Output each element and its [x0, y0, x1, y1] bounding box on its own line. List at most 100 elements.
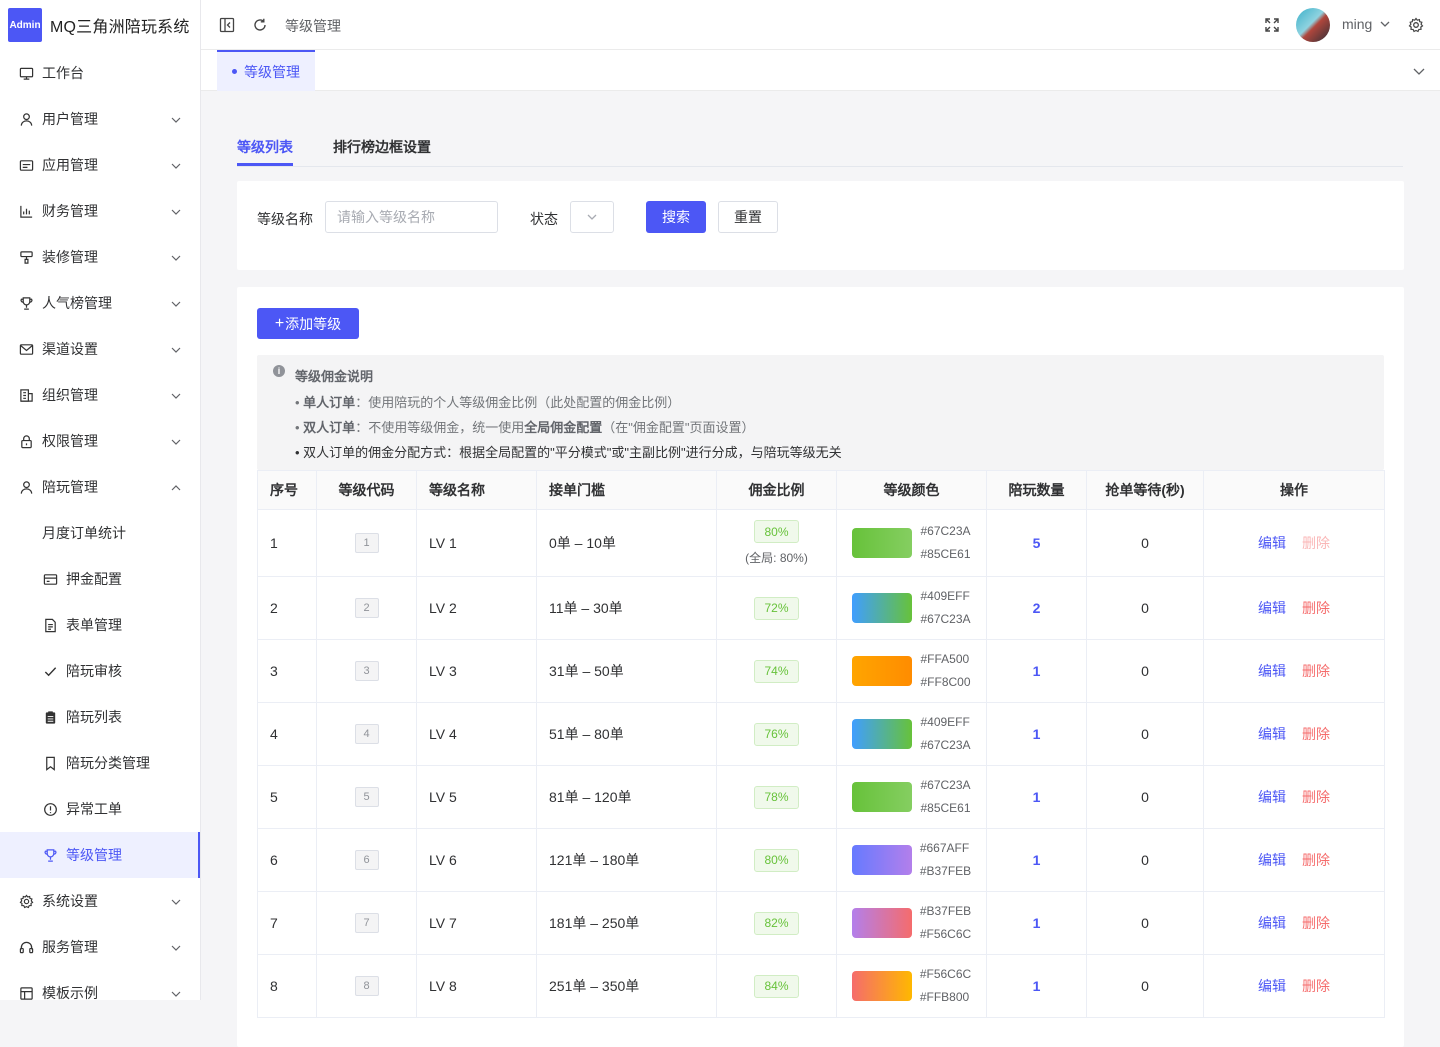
- companion-count-link[interactable]: 1: [1033, 978, 1041, 994]
- sidebar-item-2[interactable]: 应用管理: [0, 142, 200, 188]
- delete-button[interactable]: 删除: [1302, 535, 1330, 551]
- settings-gear-icon[interactable]: [1406, 15, 1426, 35]
- level-code-cell: 3: [316, 639, 417, 703]
- actions-cell: 编辑 删除: [1203, 765, 1385, 829]
- level-name-input[interactable]: 请输入等级名称: [325, 201, 498, 233]
- order-range: 51单 – 80单: [536, 702, 717, 766]
- sidebar-subitem-5[interactable]: 陪玩分类管理: [0, 740, 200, 786]
- level-code-cell: 2: [316, 576, 417, 640]
- tag-label: 等级管理: [244, 63, 300, 80]
- notice-line-3-text: 双人订单的佣金分配方式：根据全局配置的"平分模式"或"主副比例"进行分成，与陪玩…: [303, 445, 842, 460]
- companion-count-link[interactable]: 1: [1033, 789, 1041, 805]
- edit-button[interactable]: 编辑: [1258, 600, 1286, 616]
- sidebar-subitem-0[interactable]: 月度订单统计: [0, 510, 200, 556]
- level-name: LV 4: [416, 702, 537, 766]
- commission-tag: 78%: [754, 785, 799, 809]
- edit-button[interactable]: 编辑: [1258, 978, 1286, 994]
- sidebar-subitem-6[interactable]: 异常工单: [0, 786, 200, 832]
- sidebar-item-0[interactable]: 工作台: [0, 50, 200, 96]
- sidebar-item-6[interactable]: 渠道设置: [0, 326, 200, 372]
- companion-count-link[interactable]: 5: [1033, 535, 1041, 551]
- companion-count-cell: 2: [986, 576, 1087, 640]
- delete-button[interactable]: 删除: [1302, 915, 1330, 931]
- avatar[interactable]: [1296, 8, 1330, 42]
- refresh-icon[interactable]: [250, 15, 270, 35]
- column-header: 佣金比例: [716, 470, 837, 510]
- delete-button[interactable]: 删除: [1302, 789, 1330, 805]
- sidebar-item-1[interactable]: 用户管理: [0, 96, 200, 142]
- grab-wait: 0: [1086, 891, 1204, 955]
- edit-button[interactable]: 编辑: [1258, 663, 1286, 679]
- sidebar-bottom-item-0[interactable]: 系统设置: [0, 878, 200, 924]
- tab-rank-border-settings[interactable]: 排行榜边框设置: [333, 137, 431, 157]
- sidebar-subitem-1[interactable]: 押金配置: [0, 556, 200, 602]
- tag-level-management[interactable]: 等级管理: [217, 50, 315, 91]
- grab-wait: 0: [1086, 576, 1204, 640]
- chevron-down-icon: [170, 987, 182, 1000]
- top-header: 等级管理 ming: [201, 0, 1440, 50]
- app-icon: [18, 157, 34, 173]
- actions-cell: 编辑 删除: [1203, 576, 1385, 640]
- info-icon: i: [273, 365, 285, 377]
- color-swatch: [851, 845, 912, 875]
- table-row: 7 7 LV 7 181单 – 250单 82% #B37FEB #F56C6C …: [257, 891, 1385, 955]
- sidebar-subitem-2[interactable]: 表单管理: [0, 602, 200, 648]
- color-swatch: [851, 908, 912, 938]
- brush-icon: [18, 249, 34, 265]
- sidebar-item-label: 模板示例: [42, 985, 98, 1000]
- row-index: 4: [257, 702, 317, 766]
- table-row: 1 1 LV 1 0单 – 10单 80% (全局: 80%) #67C23A #8…: [257, 509, 1385, 577]
- sidebar-subitem-3[interactable]: 陪玩审核: [0, 648, 200, 694]
- color-swatch: [852, 656, 913, 686]
- sidebar-subitem-7[interactable]: 等级管理: [0, 832, 200, 878]
- edit-button[interactable]: 编辑: [1258, 915, 1286, 931]
- username[interactable]: ming: [1342, 16, 1372, 32]
- sidebar-item-8[interactable]: 权限管理: [0, 418, 200, 464]
- companion-count-link[interactable]: 1: [1033, 915, 1041, 931]
- sidebar-item-4[interactable]: 装修管理: [0, 234, 200, 280]
- color-swatch: [852, 593, 913, 623]
- edit-button[interactable]: 编辑: [1258, 789, 1286, 805]
- edit-button[interactable]: 编辑: [1258, 726, 1286, 742]
- level-color-cell: #67C23A #85CE61: [836, 509, 987, 577]
- edit-button[interactable]: 编辑: [1258, 852, 1286, 868]
- tags-dropdown-chevron-icon[interactable]: [1412, 64, 1426, 81]
- companion-count-link[interactable]: 2: [1033, 600, 1041, 616]
- delete-button[interactable]: 删除: [1302, 600, 1330, 616]
- sidebar-item-9[interactable]: 陪玩管理: [0, 464, 200, 510]
- sidebar-item-7[interactable]: 组织管理: [0, 372, 200, 418]
- sidebar-item-5[interactable]: 人气榜管理: [0, 280, 200, 326]
- color-swatch: [852, 528, 913, 558]
- sidebar-bottom-item-2[interactable]: 模板示例: [0, 970, 200, 1000]
- commission-tag: 72%: [754, 596, 799, 620]
- trophy-icon: [42, 847, 58, 863]
- delete-button[interactable]: 删除: [1302, 726, 1330, 742]
- sidebar-item-3[interactable]: 财务管理: [0, 188, 200, 234]
- reset-button[interactable]: 重置: [718, 201, 778, 233]
- add-level-button[interactable]: + 添加等级: [257, 308, 359, 339]
- sidebar-bottom-item-1[interactable]: 服务管理: [0, 924, 200, 970]
- commission-notice: i 等级佣金说明 • 单人订单：使用陪玩的个人等级佣金比例（此处配置的佣金比例）…: [257, 355, 1384, 470]
- notice-line-1: • 单人订单：使用陪玩的个人等级佣金比例（此处配置的佣金比例）: [295, 395, 681, 410]
- companion-count-link[interactable]: 1: [1033, 663, 1041, 679]
- search-button[interactable]: 搜索: [646, 201, 706, 233]
- status-select[interactable]: [570, 201, 614, 233]
- notice-line-3: • 双人订单的佣金分配方式：根据全局配置的"平分模式"或"主副比例"进行分成，与…: [295, 445, 842, 460]
- collapse-sidebar-icon[interactable]: [217, 15, 237, 35]
- companion-count-link[interactable]: 1: [1033, 852, 1041, 868]
- sidebar-subitem-4[interactable]: 陪玩列表: [0, 694, 200, 740]
- commission-tag: 74%: [754, 659, 799, 683]
- tab-level-list[interactable]: 等级列表: [237, 137, 293, 157]
- user-dropdown-chevron-icon[interactable]: [1379, 17, 1391, 33]
- edit-button[interactable]: 编辑: [1258, 535, 1286, 551]
- column-header: 等级颜色: [836, 470, 987, 510]
- fullscreen-icon[interactable]: [1262, 15, 1282, 35]
- delete-button[interactable]: 删除: [1302, 852, 1330, 868]
- level-code-cell: 4: [316, 702, 417, 766]
- table-body: 1 1 LV 1 0单 – 10单 80% (全局: 80%) #67C23A #8…: [257, 509, 1385, 1018]
- delete-button[interactable]: 删除: [1302, 978, 1330, 994]
- companion-count-cell: 1: [986, 954, 1087, 1018]
- companion-count-link[interactable]: 1: [1033, 726, 1041, 742]
- delete-button[interactable]: 删除: [1302, 663, 1330, 679]
- chevron-down-icon: [170, 435, 182, 451]
